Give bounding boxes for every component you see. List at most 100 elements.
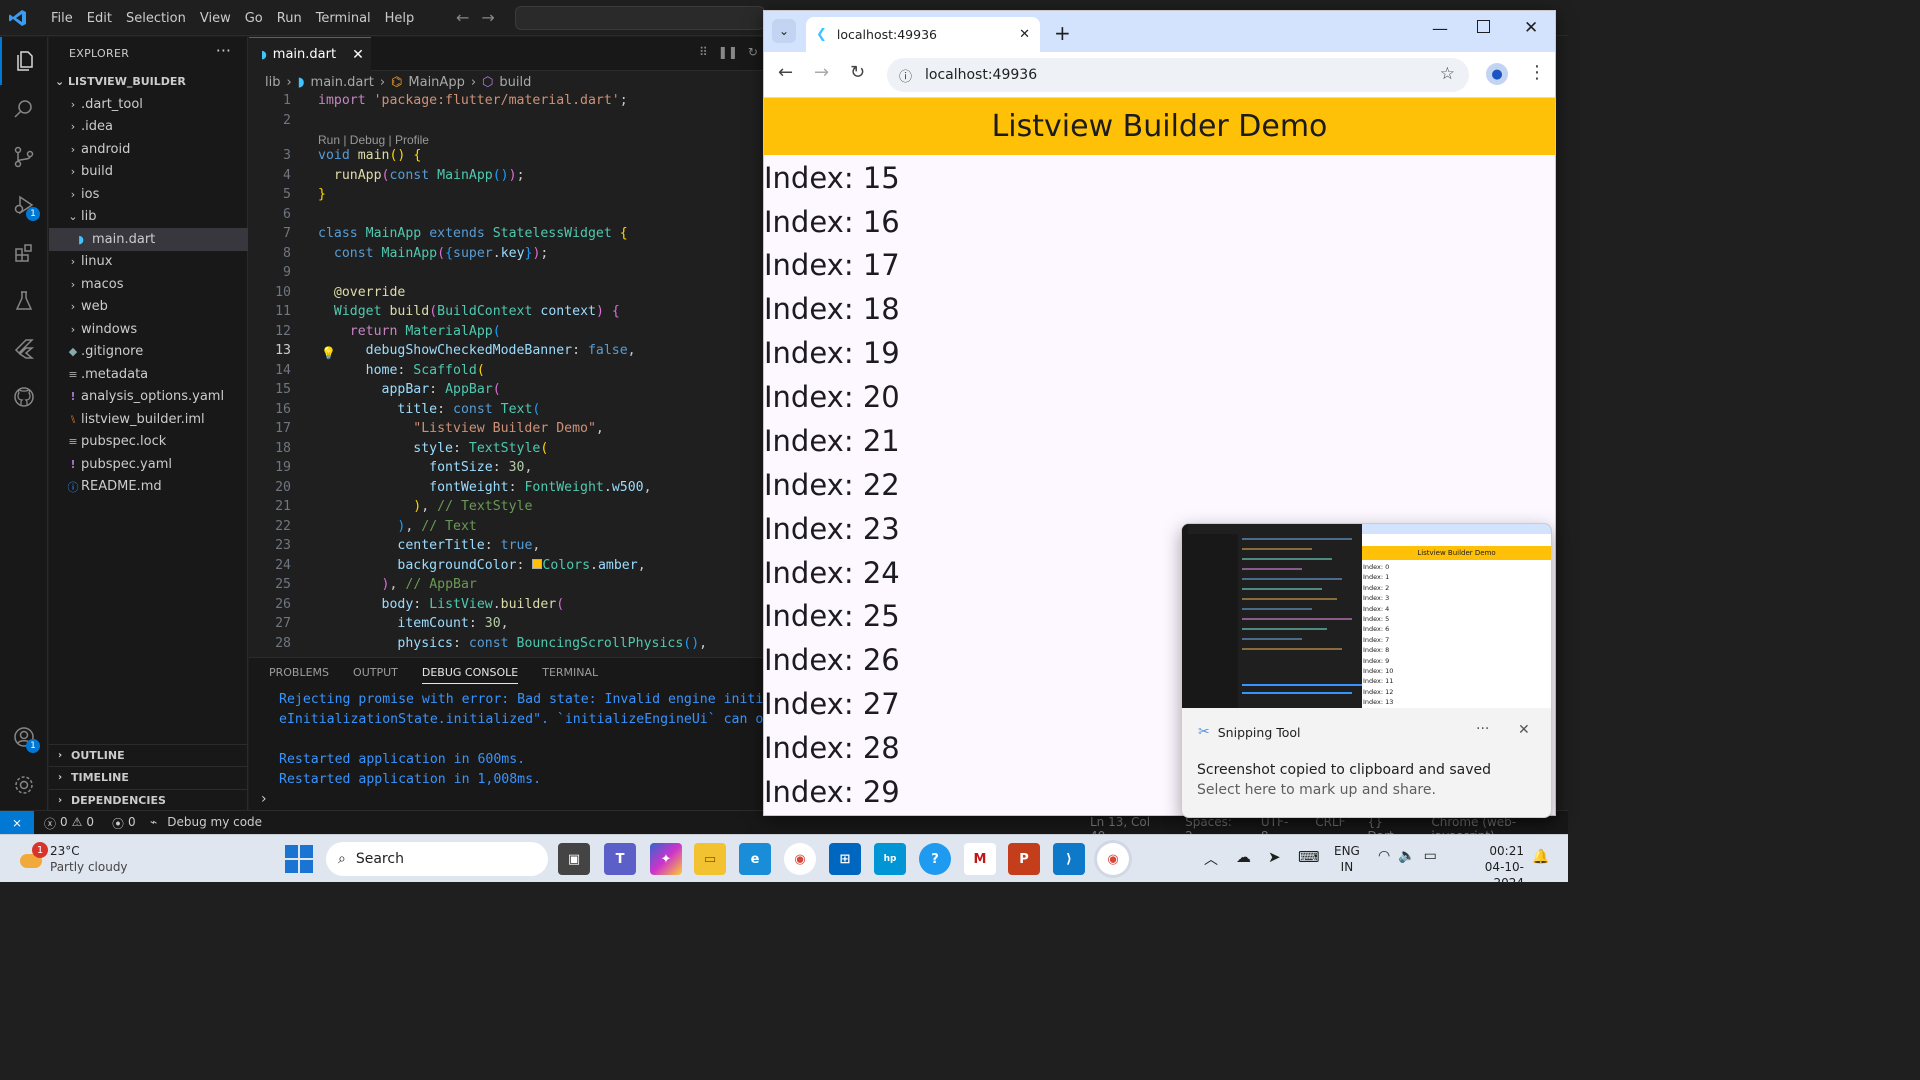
menu-file[interactable]: File: [44, 11, 80, 26]
weather-widget[interactable]: 1 23°C Partly cloudy: [18, 842, 128, 875]
list-item[interactable]: Index: 15: [764, 161, 900, 195]
flutter-activity[interactable]: [0, 325, 48, 373]
chrome-tab[interactable]: ❮ localhost:49936 ✕: [806, 17, 1040, 52]
codelens[interactable]: Run | Debug | Profile: [318, 133, 429, 147]
search-activity[interactable]: [0, 85, 48, 133]
tree-item-lib[interactable]: ⌄ lib: [49, 206, 248, 229]
vscode-taskbar-icon[interactable]: ⟩: [1053, 843, 1085, 875]
more-actions-icon[interactable]: ···: [216, 41, 231, 60]
edge-icon[interactable]: e: [739, 843, 771, 875]
dismiss-icon[interactable]: ✕: [1518, 722, 1530, 738]
tree-item-android[interactable]: › android: [49, 138, 248, 161]
tab-problems[interactable]: PROBLEMS: [269, 666, 329, 684]
list-item[interactable]: Index: 26: [764, 643, 900, 677]
back-icon[interactable]: ←: [778, 62, 793, 83]
breadcrumb-file[interactable]: main.dart: [311, 75, 374, 90]
screenshot-thumbnail[interactable]: Listview Builder Demo Index: 0 Index: 1 …: [1182, 524, 1551, 708]
file-explorer-icon[interactable]: ▭: [694, 843, 726, 875]
list-item[interactable]: Index: 16: [764, 205, 900, 239]
tree-item-build[interactable]: › build: [49, 161, 248, 184]
list-item[interactable]: Index: 18: [764, 292, 900, 326]
testing-activity[interactable]: [0, 277, 48, 325]
kebab-menu-icon[interactable]: ⋮: [1528, 62, 1546, 83]
menu-edit[interactable]: Edit: [80, 11, 119, 26]
profile-icon[interactable]: ●: [1486, 63, 1508, 85]
extensions-activity[interactable]: [0, 229, 48, 277]
hp-icon[interactable]: hp: [874, 843, 906, 875]
site-info-icon[interactable]: ⓘ: [899, 66, 912, 85]
chrome-active-taskbar-icon[interactable]: ◉: [1097, 843, 1129, 875]
list-item[interactable]: Index: 23: [764, 512, 900, 546]
tree-item-macos[interactable]: › macos: [49, 273, 248, 296]
restart-icon[interactable]: ↻: [748, 45, 758, 59]
windows-start-icon[interactable]: [285, 845, 313, 873]
onedrive-cloud-icon[interactable]: ☁: [1236, 848, 1251, 866]
list-item[interactable]: Index: 17: [764, 248, 900, 282]
tree-item-dart-tool[interactable]: › .dart_tool: [49, 93, 248, 116]
tree-item-idea[interactable]: › .idea: [49, 116, 248, 139]
menu-terminal[interactable]: Terminal: [309, 11, 378, 26]
close-icon[interactable]: ✕: [352, 47, 364, 63]
tree-item-pubspec-lock[interactable]: ≡ pubspec.lock: [49, 431, 248, 454]
menu-view[interactable]: View: [193, 11, 238, 26]
problems-status[interactable]: ⓧ 0 ⚠ 0: [44, 815, 94, 832]
back-arrow-icon[interactable]: ←: [456, 8, 469, 27]
console-prompt-icon[interactable]: ›: [261, 791, 267, 807]
taskbar-search[interactable]: ⌕ Search: [326, 842, 548, 876]
tab-search-icon[interactable]: ⌄: [772, 19, 796, 43]
ports-status[interactable]: ⦿ 0: [112, 815, 136, 832]
list-item[interactable]: Index: 20: [764, 380, 900, 414]
dependencies-section[interactable]: › DEPENDENCIES: [49, 789, 248, 811]
more-options-icon[interactable]: ···: [1476, 721, 1489, 737]
breadcrumb-lib[interactable]: lib: [265, 75, 280, 90]
tree-item-metadata[interactable]: ≡ .metadata: [49, 363, 248, 386]
menu-go[interactable]: Go: [238, 11, 270, 26]
lightbulb-icon[interactable]: 💡: [321, 346, 336, 360]
close-window-icon[interactable]: ✕: [1524, 18, 1538, 38]
tree-item-pubspec-yaml[interactable]: ! pubspec.yaml: [49, 453, 248, 476]
snipping-tool-notification[interactable]: Listview Builder Demo Index: 0 Index: 1 …: [1181, 523, 1552, 818]
outline-section[interactable]: › OUTLINE: [49, 744, 248, 766]
language-indicator[interactable]: ENG IN: [1334, 843, 1360, 875]
forward-arrow-icon[interactable]: →: [481, 8, 494, 27]
accounts-activity[interactable]: 1: [0, 713, 48, 761]
manage-activity[interactable]: [0, 761, 48, 809]
notification-bell-icon[interactable]: 🔔: [1532, 849, 1549, 865]
powerpoint-icon[interactable]: P: [1008, 843, 1040, 875]
keyboard-icon[interactable]: ⌨: [1298, 848, 1320, 866]
breadcrumb-class[interactable]: MainApp: [408, 75, 464, 90]
tab-output[interactable]: OUTPUT: [353, 666, 398, 684]
mcafee-icon[interactable]: M: [964, 843, 996, 875]
timeline-section[interactable]: › TIMELINE: [49, 766, 248, 788]
bookmark-star-icon[interactable]: ☆: [1440, 64, 1455, 84]
chrome-taskbar-icon[interactable]: ◉: [784, 843, 816, 875]
tab-main-dart[interactable]: ◗ main.dart ✕: [249, 37, 371, 71]
help-icon[interactable]: ?: [919, 843, 951, 875]
list-item[interactable]: Index: 24: [764, 556, 900, 590]
tree-item-iml[interactable]: ⑊ listview_builder.iml: [49, 408, 248, 431]
tab-terminal[interactable]: TERMINAL: [542, 666, 598, 684]
list-item[interactable]: Index: 19: [764, 336, 900, 370]
breadcrumb-method[interactable]: build: [499, 75, 531, 90]
location-icon[interactable]: ➤: [1268, 848, 1281, 866]
tree-item-web[interactable]: › web: [49, 296, 248, 319]
tab-debug-console[interactable]: DEBUG CONSOLE: [421, 666, 519, 684]
debug-status[interactable]: ⌁ Debug my code: [150, 815, 262, 829]
explorer-activity[interactable]: [0, 37, 48, 85]
tree-item-readme[interactable]: ⓘ README.md: [49, 476, 248, 499]
list-item[interactable]: Index: 21: [764, 424, 900, 458]
list-item[interactable]: Index: 22: [764, 468, 900, 502]
task-view-icon[interactable]: ▣: [558, 843, 590, 875]
remote-indicator-icon[interactable]: ⨯: [0, 811, 34, 834]
copilot-icon[interactable]: ✦: [650, 843, 682, 875]
list-item[interactable]: Index: 28: [764, 731, 900, 765]
clock[interactable]: 00:21 04-10-2024: [1460, 843, 1524, 891]
tree-item-analysis-options[interactable]: ! analysis_options.yaml: [49, 386, 248, 409]
tree-item-main-dart[interactable]: ◗ main.dart: [49, 228, 248, 251]
vscode-logo-icon[interactable]: [8, 8, 28, 28]
tree-item-windows[interactable]: › windows: [49, 318, 248, 341]
list-item[interactable]: Index: 27: [764, 687, 900, 721]
system-tray[interactable]: ◠ 🔈 ▭: [1378, 848, 1437, 864]
list-item[interactable]: Index: 25: [764, 599, 900, 633]
run-debug-activity[interactable]: 1: [0, 181, 48, 229]
